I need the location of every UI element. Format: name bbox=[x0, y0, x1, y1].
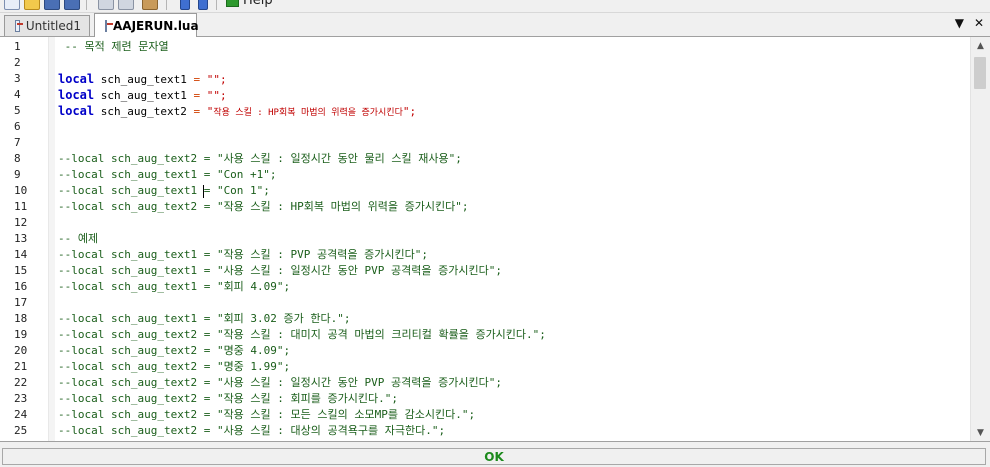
vertical-scrollbar[interactable]: ▲ ▼ bbox=[970, 37, 990, 441]
open-folder-icon[interactable] bbox=[24, 0, 40, 10]
code-line[interactable]: --local sch_aug_text2 = "작용 스킬 : 회피를 증가시… bbox=[58, 391, 398, 407]
keyword: local bbox=[58, 88, 95, 102]
tab-label: AAJERUN.lua bbox=[113, 18, 199, 33]
scroll-down-arrow-icon[interactable]: ▼ bbox=[971, 424, 990, 441]
toolbar-separator bbox=[166, 0, 167, 10]
code-line[interactable]: --local sch_aug_text2 = "작용 스킬 : 대미지 공격 … bbox=[58, 327, 546, 343]
string-literal: 작용 스킬 : HP회복 마법의 위력을 증가시킨다 bbox=[213, 108, 403, 118]
scroll-up-arrow-icon[interactable]: ▲ bbox=[971, 37, 990, 54]
status-bar: OK bbox=[0, 441, 990, 467]
code-line[interactable]: local sch_aug_text1 = ""; bbox=[58, 71, 227, 87]
string-literal: ""; bbox=[200, 73, 227, 86]
code-line[interactable]: -- 예제 bbox=[58, 231, 98, 247]
code-editor[interactable]: 1 2 3 4 5 6 7 8 9 10 11 12 13 14 15 16 1… bbox=[0, 37, 970, 441]
line-number: 23 bbox=[14, 392, 28, 405]
tab-list-dropdown-icon[interactable]: ▼ bbox=[955, 16, 964, 30]
copy-icon[interactable] bbox=[118, 0, 134, 10]
code-line[interactable]: local sch_aug_text2 = "작용 스킬 : HP회복 마법의 … bbox=[58, 103, 416, 119]
line-number: 6 bbox=[14, 120, 21, 133]
code-line[interactable]: --local sch_aug_text2 = "작용 스킬 : 모든 스킬의 … bbox=[58, 407, 475, 423]
undo-icon[interactable] bbox=[180, 0, 190, 10]
code-line[interactable]: --local sch_aug_text2 = "사용 스킬 : 대상의 공격욕… bbox=[58, 423, 445, 439]
line-number: 15 bbox=[14, 264, 28, 277]
toolbar-separator bbox=[86, 0, 87, 10]
toolbar-separator bbox=[216, 0, 217, 10]
line-number: 8 bbox=[14, 152, 21, 165]
line-number: 5 bbox=[14, 104, 21, 117]
keyword: local bbox=[58, 72, 95, 86]
toolbar: Help bbox=[0, 0, 990, 13]
line-number: 12 bbox=[14, 216, 28, 229]
code-line[interactable]: --local sch_aug_text2 = "작용 스킬 : HP회복 마법… bbox=[58, 199, 468, 215]
line-number: 7 bbox=[14, 136, 21, 149]
code-line[interactable]: --local sch_aug_text1 = "회피 4.09"; bbox=[58, 279, 290, 295]
line-number: 20 bbox=[14, 344, 28, 357]
line-number-gutter: 1 2 3 4 5 6 7 8 9 10 11 12 13 14 15 16 1… bbox=[0, 37, 48, 441]
line-number: 3 bbox=[14, 72, 21, 85]
line-number: 18 bbox=[14, 312, 28, 325]
lua-file-icon bbox=[15, 20, 23, 32]
code-line[interactable]: --local sch_aug_text1 = "Con 1"; bbox=[58, 183, 270, 199]
tab-label: Untitled1 bbox=[25, 19, 81, 33]
line-number: 21 bbox=[14, 360, 28, 373]
text-cursor bbox=[203, 185, 204, 198]
help-icon[interactable] bbox=[226, 0, 239, 7]
line-number: 16 bbox=[14, 280, 28, 293]
identifier: sch_aug_text2 bbox=[94, 105, 194, 118]
line-number: 14 bbox=[14, 248, 28, 261]
line-number: 17 bbox=[14, 296, 28, 309]
code-line[interactable]: --local sch_aug_text2 = "명중 1.99"; bbox=[58, 359, 290, 375]
code-line[interactable]: --local sch_aug_text2 = "명중 4.09"; bbox=[58, 343, 290, 359]
line-number: 2 bbox=[14, 56, 21, 69]
tab-bar: Untitled1 AAJERUN.lua ▼ ✕ bbox=[0, 13, 990, 37]
close-tab-icon[interactable]: ✕ bbox=[974, 16, 984, 30]
string-literal: ""; bbox=[200, 89, 227, 102]
line-number: 10 bbox=[14, 184, 28, 197]
paste-icon[interactable] bbox=[142, 0, 158, 10]
status-text: OK bbox=[2, 448, 986, 465]
line-number: 24 bbox=[14, 408, 28, 421]
help-button[interactable]: Help bbox=[243, 0, 273, 8]
fold-margin[interactable] bbox=[48, 37, 55, 441]
string-quote: "; bbox=[402, 105, 417, 118]
tab-untitled1[interactable]: Untitled1 bbox=[4, 15, 90, 36]
line-number: 19 bbox=[14, 328, 28, 341]
tab-controls: ▼ ✕ bbox=[955, 16, 984, 30]
code-line[interactable]: --local sch_aug_text2 = "사용 스킬 : 일정시간 동안… bbox=[58, 151, 462, 167]
code-line[interactable]: local sch_aug_text1 = ""; bbox=[58, 87, 227, 103]
line-number: 13 bbox=[14, 232, 28, 245]
save-all-icon[interactable] bbox=[64, 0, 80, 10]
line-number: 9 bbox=[14, 168, 21, 181]
line-number: 22 bbox=[14, 376, 28, 389]
code-line[interactable]: --local sch_aug_text2 = "사용 스킬 : 일정시간 동안… bbox=[58, 375, 502, 391]
new-file-icon[interactable] bbox=[4, 0, 20, 10]
identifier: sch_aug_text1 bbox=[94, 89, 194, 102]
string-quote: " bbox=[200, 105, 214, 118]
cut-icon[interactable] bbox=[98, 0, 114, 10]
keyword: local bbox=[58, 104, 95, 118]
line-number: 25 bbox=[14, 424, 28, 437]
save-icon[interactable] bbox=[44, 0, 60, 10]
lua-file-icon bbox=[105, 19, 113, 32]
code-line[interactable]: --local sch_aug_text1 = "작용 스킬 : PVP 공격력… bbox=[58, 247, 428, 263]
identifier: sch_aug_text1 bbox=[94, 73, 194, 86]
line-number: 4 bbox=[14, 88, 21, 101]
redo-icon[interactable] bbox=[198, 0, 208, 10]
tab-aajerun-lua[interactable]: AAJERUN.lua bbox=[94, 13, 199, 37]
code-line[interactable]: --local sch_aug_text1 = "Con +1"; bbox=[58, 167, 277, 183]
code-line[interactable]: -- 목적 제련 문자열 bbox=[58, 39, 169, 55]
line-number: 11 bbox=[14, 200, 28, 213]
line-number: 1 bbox=[14, 40, 21, 53]
code-line[interactable]: --local sch_aug_text1 = "사용 스킬 : 일정시간 동안… bbox=[58, 263, 502, 279]
scrollbar-thumb[interactable] bbox=[974, 57, 986, 89]
code-line[interactable]: --local sch_aug_text1 = "회피 3.02 증가 한다."… bbox=[58, 311, 351, 327]
